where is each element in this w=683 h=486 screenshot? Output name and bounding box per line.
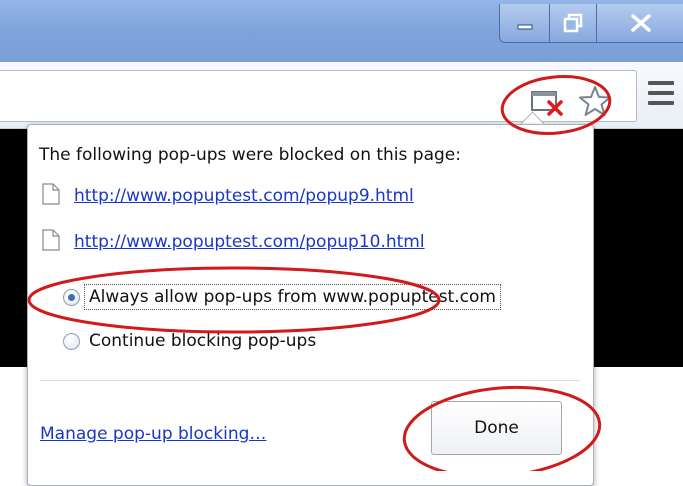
blocked-popup-link[interactable]: http://www.popuptest.com/popup10.html	[74, 232, 425, 252]
menu-button[interactable]	[648, 78, 674, 108]
block-popups-option[interactable]: Continue blocking pop-ups	[63, 328, 316, 354]
manage-popup-blocking-link[interactable]: Manage pop-up blocking…	[40, 424, 266, 444]
window-titlebar	[0, 0, 683, 62]
popup-blocked-icon[interactable]	[530, 90, 566, 116]
blocked-popup-item: http://www.popuptest.com/popup10.html	[42, 229, 425, 255]
minimize-button[interactable]	[499, 4, 550, 43]
document-icon	[42, 183, 60, 205]
allow-radio[interactable]	[63, 288, 80, 306]
bubble-heading: The following pop-ups were blocked on th…	[39, 145, 461, 165]
close-window-button[interactable]	[596, 4, 683, 43]
bubble-divider	[40, 380, 580, 381]
blocked-popup-link[interactable]: http://www.popuptest.com/popup9.html	[74, 186, 414, 206]
restore-button[interactable]	[549, 4, 597, 43]
close-icon	[630, 14, 651, 32]
block-radio[interactable]	[63, 332, 80, 350]
menu-icon-bar	[648, 91, 674, 95]
allow-popups-option[interactable]: Always allow pop-ups from www.popuptest.…	[63, 284, 501, 310]
block-radio-label[interactable]: Continue blocking pop-ups	[89, 331, 316, 351]
menu-icon-bar	[648, 81, 674, 85]
restore-icon	[563, 13, 583, 33]
popup-blocked-bubble: The following pop-ups were blocked on th…	[27, 124, 594, 486]
blocked-popup-item: http://www.popuptest.com/popup9.html	[42, 183, 414, 209]
menu-icon-bar	[648, 101, 674, 105]
star-icon[interactable]	[578, 84, 612, 118]
allow-radio-label[interactable]: Always allow pop-ups from www.popuptest.…	[84, 284, 501, 310]
document-icon	[42, 229, 60, 251]
minimize-icon	[517, 24, 532, 30]
done-button[interactable]: Done	[431, 401, 562, 455]
